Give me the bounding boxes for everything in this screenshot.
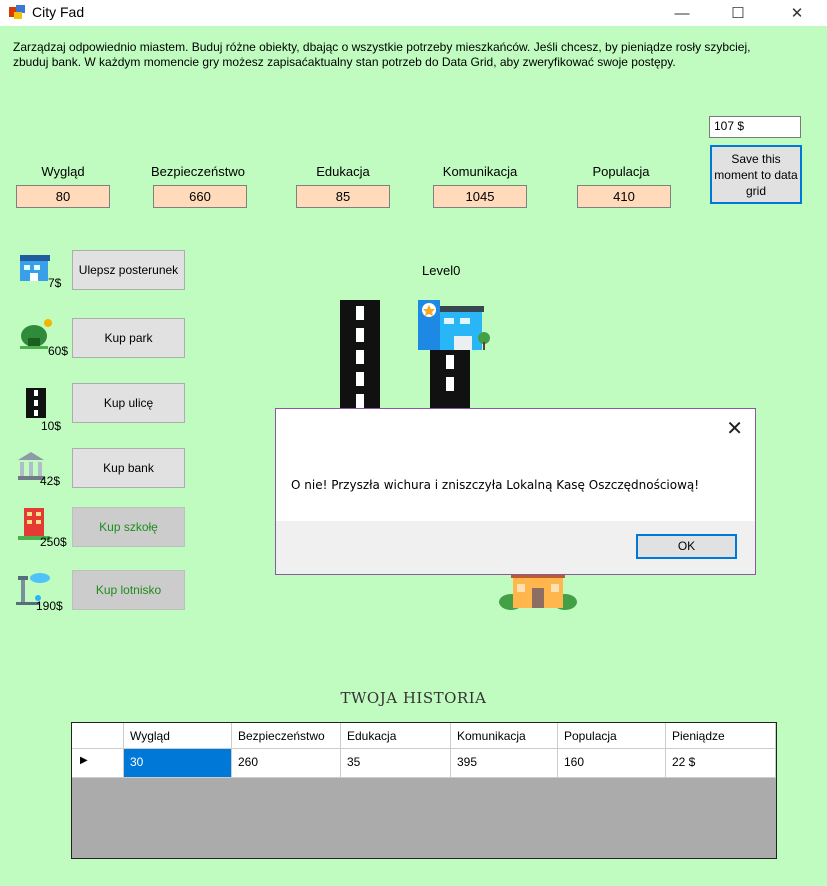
column-header-edukacja[interactable]: Edukacja xyxy=(341,723,451,749)
money-field[interactable]: 107 $ xyxy=(709,116,801,138)
app-icon xyxy=(9,5,25,19)
row-header[interactable]: ▶ xyxy=(72,749,124,778)
column-header-populacja[interactable]: Populacja xyxy=(558,723,666,749)
street-tile-1 xyxy=(340,300,380,410)
column-header-komunikacja[interactable]: Komunikacja xyxy=(451,723,558,749)
price-lotnisko: 190$ xyxy=(36,599,63,613)
title-bar: City Fad — ☐ ✕ xyxy=(0,0,827,26)
ok-button[interactable]: OK xyxy=(636,534,737,559)
stat-label-edukacja: Edukacja xyxy=(316,164,370,179)
table-cell[interactable]: 260 xyxy=(232,749,341,778)
grid-header-row: Wygląd Bezpieczeństwo Edukacja Komunikac… xyxy=(72,723,776,749)
message-dialog: ✕ O nie! Przyszła wichura i zniszczyła L… xyxy=(275,408,756,575)
history-data-grid[interactable]: Wygląd Bezpieczeństwo Edukacja Komunikac… xyxy=(71,722,777,859)
buy-airport-button[interactable]: Kup lotnisko xyxy=(72,570,185,610)
table-cell[interactable]: 160 xyxy=(558,749,666,778)
price-bank: 42$ xyxy=(40,474,61,488)
police-station-building xyxy=(418,300,490,350)
dialog-footer: OK xyxy=(276,521,755,574)
house-building xyxy=(499,572,577,610)
street-icon xyxy=(26,388,46,418)
minimize-icon: — xyxy=(674,4,690,22)
maximize-button[interactable]: ☐ xyxy=(715,0,761,26)
buy-park-button[interactable]: Kup park xyxy=(72,318,185,358)
stat-value-komunikacja: 1045 xyxy=(433,185,527,208)
grid-corner xyxy=(72,723,124,749)
stat-value-edukacja: 85 xyxy=(296,185,390,208)
buy-school-button[interactable]: Kup szkołę xyxy=(72,507,185,547)
minimize-button[interactable]: — xyxy=(659,0,705,26)
price-posterunek: 7$ xyxy=(48,276,62,290)
close-icon: ✕ xyxy=(790,5,804,22)
stat-label-komunikacja: Komunikacja xyxy=(442,164,518,179)
stat-label-populacja: Populacja xyxy=(592,164,650,179)
column-header-bezpieczenstwo[interactable]: Bezpieczeństwo xyxy=(232,723,341,749)
history-title: TWOJA HISTORIA xyxy=(340,689,487,707)
close-window-button[interactable]: ✕ xyxy=(774,0,820,26)
table-row[interactable]: ▶ 30 260 35 395 160 22 $ xyxy=(72,749,776,778)
window-title: City Fad xyxy=(32,4,85,20)
price-ulica: 10$ xyxy=(41,419,62,433)
buy-bank-button[interactable]: Kup bank xyxy=(72,448,185,488)
table-cell[interactable]: 30 xyxy=(124,749,232,778)
row-pointer-icon: ▶ xyxy=(80,755,88,766)
column-header-wyglad[interactable]: Wygląd xyxy=(124,723,232,749)
stat-value-bezpieczenstwo: 660 xyxy=(153,185,247,208)
table-cell[interactable]: 395 xyxy=(451,749,558,778)
dialog-close-button[interactable]: ✕ xyxy=(726,419,743,439)
upgrade-police-button[interactable]: Ulepsz posterunek xyxy=(72,250,185,290)
stat-label-wyglad: Wygląd xyxy=(41,164,85,179)
stat-label-bezpieczenstwo: Bezpieczeństwo xyxy=(151,164,245,179)
stat-value-populacja: 410 xyxy=(577,185,671,208)
buy-street-button[interactable]: Kup ulicę xyxy=(72,383,185,423)
dialog-message: O nie! Przyszła wichura i zniszczyła Lok… xyxy=(291,478,700,492)
level-label: Level0 xyxy=(422,263,461,278)
save-to-grid-button[interactable]: Save this moment to data grid xyxy=(710,145,802,204)
price-szkola: 250$ xyxy=(40,535,67,549)
column-header-pieniadze[interactable]: Pieniądze xyxy=(666,723,776,749)
street-tile-2 xyxy=(430,345,470,410)
maximize-icon: ☐ xyxy=(731,5,745,22)
stat-value-wyglad: 80 xyxy=(16,185,110,208)
table-cell[interactable]: 22 $ xyxy=(666,749,776,778)
table-cell[interactable]: 35 xyxy=(341,749,451,778)
game-description: Zarządzaj odpowiednio miastem. Buduj róż… xyxy=(13,40,751,69)
price-park: 60$ xyxy=(48,344,69,358)
